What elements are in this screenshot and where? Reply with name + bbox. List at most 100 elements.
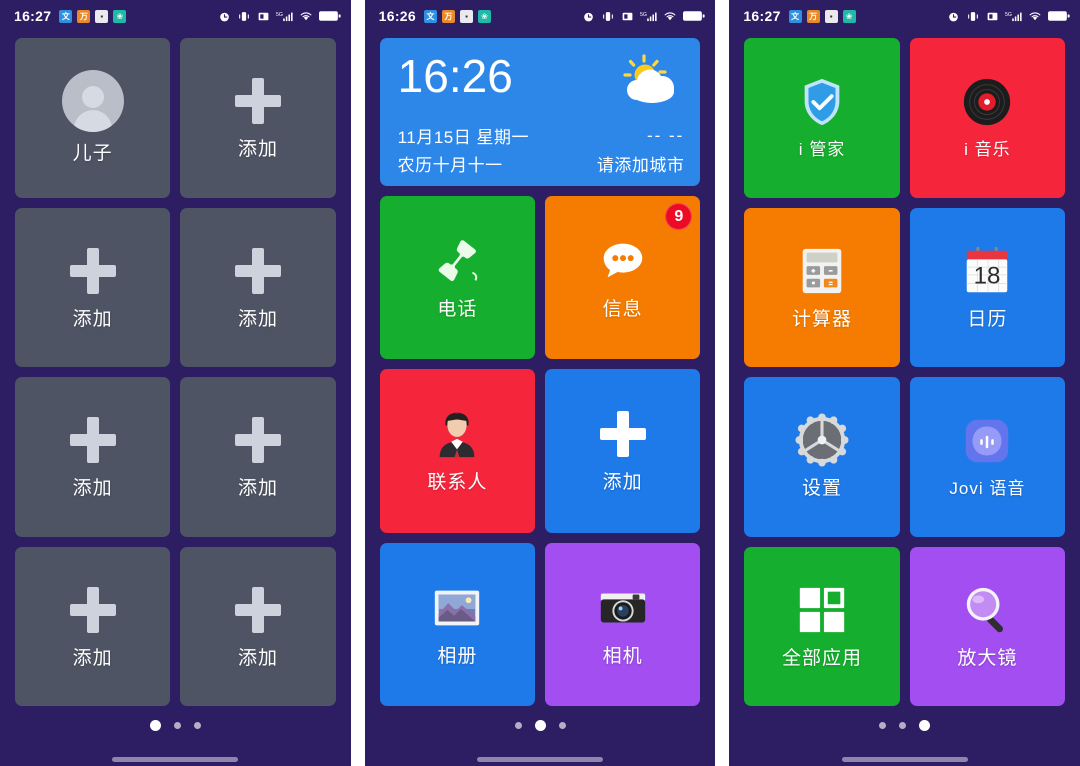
tile-camera[interactable]: 相机: [545, 542, 701, 706]
widget-add-city[interactable]: 请添加城市: [597, 151, 685, 176]
alarm-icon: [584, 12, 594, 21]
battery-icon: [683, 11, 705, 21]
signal-5g-icon: 5G: [640, 11, 657, 21]
clock-weather-widget[interactable]: 16:26 11月15日 星期一 农历十月十一 -- -- 请添加城市: [379, 38, 701, 186]
widget-dates: 11月15日 星期一 农历十月十一: [398, 123, 529, 176]
tile-label: 添加: [238, 308, 279, 330]
tile-contact-son[interactable]: 儿子: [15, 38, 171, 198]
tile-gallery[interactable]: 相册: [379, 542, 536, 706]
page-indicator[interactable]: [365, 706, 716, 744]
tile-label: 相册: [437, 645, 478, 667]
widget-top-row: 16:26: [398, 50, 685, 108]
tile-add-4[interactable]: 添加: [15, 377, 171, 537]
tile-row: 儿子 添加: [15, 38, 336, 198]
page-dot-2[interactable]: [899, 721, 907, 729]
plus-icon: [231, 413, 285, 467]
tile-all-apps[interactable]: 全部应用: [744, 546, 900, 706]
tile-label: 相机: [602, 645, 643, 667]
app-icon-blue: 文: [59, 9, 73, 23]
phone-screen-apps: 16:27 文 万 ▪ ❀ 5G i 管家 i 音乐 计算器 18 日历 设置 …: [729, 0, 1080, 766]
home-grid: 16:26 11月15日 星期一 农历十月十一 -- -- 请添加城市 电话 9…: [365, 32, 716, 706]
wifi-icon: [300, 11, 312, 20]
plus-icon: [66, 244, 120, 298]
tile-add-5[interactable]: 添加: [180, 377, 336, 537]
page-dot-2[interactable]: [534, 719, 546, 731]
status-bar-left: 16:27 文 万 ▪ ❀: [14, 8, 127, 24]
calculator-icon: [802, 248, 842, 293]
tile-label: 添加: [602, 472, 643, 494]
tile-row: 设置 Jovi 语音: [744, 377, 1066, 537]
tile-add-2[interactable]: 添加: [15, 207, 171, 367]
svg-text:5G: 5G: [1005, 11, 1012, 17]
tile-add-3[interactable]: 添加: [180, 207, 336, 367]
tile-i-music[interactable]: i 音乐: [909, 38, 1066, 198]
unread-badge: 9: [665, 203, 693, 230]
app-icon-orange: 万: [441, 9, 455, 23]
tile-label: 添加: [238, 647, 279, 669]
tile-label: 信息: [602, 299, 643, 321]
status-bar-left: 16:27 文 万 ▪ ❀: [743, 8, 856, 24]
camera-icon: [600, 593, 645, 623]
page-dot-3[interactable]: [558, 721, 566, 729]
app-icon-blue: 文: [423, 9, 437, 23]
page-dot-1[interactable]: [149, 719, 161, 731]
status-bar-left: 16:26 文 万 ▪ ❀: [379, 8, 491, 24]
svg-text:5G: 5G: [640, 11, 647, 17]
tile-add-7[interactable]: 添加: [180, 546, 336, 706]
plus-icon: [596, 407, 650, 461]
tile-calculator[interactable]: 计算器: [744, 207, 900, 367]
page-dot-1[interactable]: [514, 721, 522, 729]
tile-label: Jovi 语音: [949, 479, 1026, 499]
tile-label: 日历: [967, 308, 1008, 330]
page-dot-3[interactable]: [919, 719, 931, 731]
sun-behind-cloud-icon: [623, 54, 675, 103]
home-indicator[interactable]: [0, 744, 351, 766]
tile-i-manager[interactable]: i 管家: [744, 38, 900, 198]
status-bar: 16:27 文 万 ▪ ❀ 5G: [0, 0, 351, 32]
widget-weather-info[interactable]: -- -- 请添加城市: [597, 126, 685, 176]
page-dot-2[interactable]: [173, 721, 181, 729]
tile-add-app[interactable]: 添加: [545, 369, 701, 533]
widget-bottom-row: 11月15日 星期一 农历十月十一 -- -- 请添加城市: [398, 123, 685, 176]
tile-jovi-voice[interactable]: Jovi 语音: [909, 377, 1066, 537]
home-indicator[interactable]: [365, 744, 716, 766]
vinyl-record-icon: [964, 79, 1011, 126]
home-indicator[interactable]: [729, 744, 1080, 766]
tile-label: 添加: [72, 478, 113, 500]
tile-settings[interactable]: 设置: [744, 377, 900, 537]
page-dot-3[interactable]: [193, 721, 201, 729]
tile-contacts[interactable]: 联系人: [379, 369, 536, 533]
page-indicator[interactable]: [729, 706, 1080, 744]
status-bar: 16:27 文 万 ▪ ❀ 5G: [729, 0, 1080, 32]
screenshot-triptych: 16:27 文 万 ▪ ❀ 5G 儿子 添加 添加 添加 添加 添加 添加 添加…: [0, 0, 1080, 766]
app-icon-orange: 万: [806, 9, 820, 23]
page-indicator[interactable]: [0, 706, 351, 744]
plus-icon: [66, 413, 120, 467]
tile-label: 放大镜: [957, 647, 1018, 669]
widget-clock: 16:26: [397, 50, 513, 102]
tile-label: 添加: [72, 308, 113, 330]
status-bar-right: 5G: [947, 10, 1070, 23]
widget-temperature: -- --: [646, 126, 685, 145]
tile-add-1[interactable]: 添加: [180, 38, 336, 198]
tile-magnifier[interactable]: 放大镜: [909, 546, 1066, 706]
status-clock: 16:27: [743, 8, 781, 24]
wifi-icon: [664, 11, 676, 20]
tile-messages[interactable]: 9 信息: [545, 196, 701, 360]
tile-label: 添加: [238, 139, 279, 161]
tile-calendar[interactable]: 18 日历: [909, 207, 1066, 367]
tile-phone[interactable]: 电话: [379, 196, 536, 360]
alarm-icon: [219, 12, 229, 21]
status-bar: 16:26 文 万 ▪ ❀ 5G: [365, 0, 716, 32]
speech-bubble-icon: [603, 243, 642, 278]
tile-row: 添加 添加: [15, 546, 336, 706]
contacts-grid: 儿子 添加 添加 添加 添加 添加 添加 添加: [0, 32, 351, 706]
tile-row: i 管家 i 音乐: [744, 38, 1066, 198]
plus-icon: [231, 74, 285, 128]
photo-frame-icon: [435, 590, 480, 626]
page-dot-1[interactable]: [879, 721, 887, 729]
app-icon-teal: ❀: [842, 9, 856, 23]
tile-add-6[interactable]: 添加: [15, 546, 171, 706]
person-suit-icon: [439, 413, 475, 458]
nfc-icon: [622, 12, 633, 20]
